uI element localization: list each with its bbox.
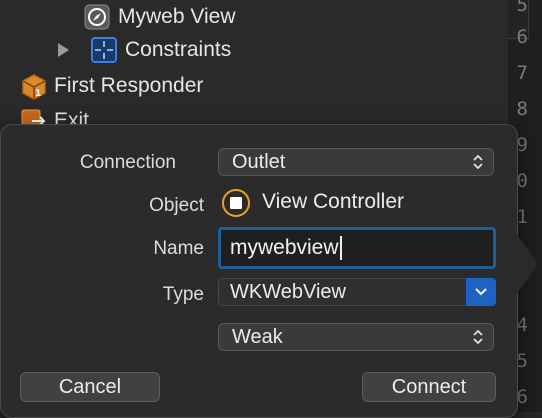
- line-number: 7: [516, 62, 528, 84]
- type-label: Type: [162, 284, 204, 305]
- outline-item-myweb-view[interactable]: Myweb View: [84, 0, 236, 34]
- line-number: 4: [516, 314, 528, 336]
- line-number: 5: [516, 0, 528, 16]
- object-value: View Controller: [262, 190, 405, 213]
- compass-icon: [84, 4, 110, 30]
- line-number: 8: [516, 98, 528, 120]
- updown-chevron-icon: [473, 154, 483, 170]
- type-value: WKWebView: [230, 280, 346, 303]
- constraints-icon: [91, 37, 117, 63]
- storage-popup[interactable]: Weak: [218, 323, 494, 351]
- connection-value: Outlet: [232, 150, 286, 173]
- disclosure-triangle-icon[interactable]: [58, 43, 69, 57]
- line-number: 6: [516, 26, 528, 48]
- line-number: 1: [516, 206, 528, 228]
- type-combobox[interactable]: WKWebView: [218, 278, 496, 306]
- connection-label: Connection: [79, 152, 176, 173]
- cancel-button[interactable]: Cancel: [20, 372, 160, 402]
- connect-button[interactable]: Connect: [362, 372, 496, 402]
- line-number: 6: [516, 386, 528, 408]
- outline-item-first-responder[interactable]: 1 First Responder: [20, 69, 203, 103]
- view-controller-icon: [222, 189, 250, 217]
- line-number: 0: [516, 170, 528, 192]
- outline-item-label: Myweb View: [118, 5, 236, 28]
- outline-item-constraints[interactable]: Constraints: [58, 33, 231, 67]
- outline-item-label: Constraints: [125, 38, 232, 61]
- svg-text:1: 1: [35, 89, 41, 99]
- chevron-down-icon: [475, 288, 487, 296]
- cube-icon: 1: [20, 73, 46, 100]
- name-label: Name: [153, 238, 204, 259]
- name-value: mywebview: [230, 236, 339, 259]
- outline-item-label: First Responder: [54, 74, 204, 97]
- updown-chevron-icon: [473, 329, 483, 345]
- popover-arrow: [514, 230, 538, 298]
- storage-value: Weak: [232, 325, 283, 348]
- line-number: 5: [516, 350, 528, 372]
- line-number: 9: [516, 134, 528, 156]
- connection-popup[interactable]: Outlet: [218, 148, 494, 176]
- object-label: Object: [149, 195, 204, 216]
- document-outline: Myweb View Constraints 1 First Responder: [0, 0, 508, 140]
- text-caret: [339, 236, 342, 260]
- type-dropdown-button[interactable]: [466, 278, 496, 306]
- name-field[interactable]: mywebview: [218, 227, 496, 269]
